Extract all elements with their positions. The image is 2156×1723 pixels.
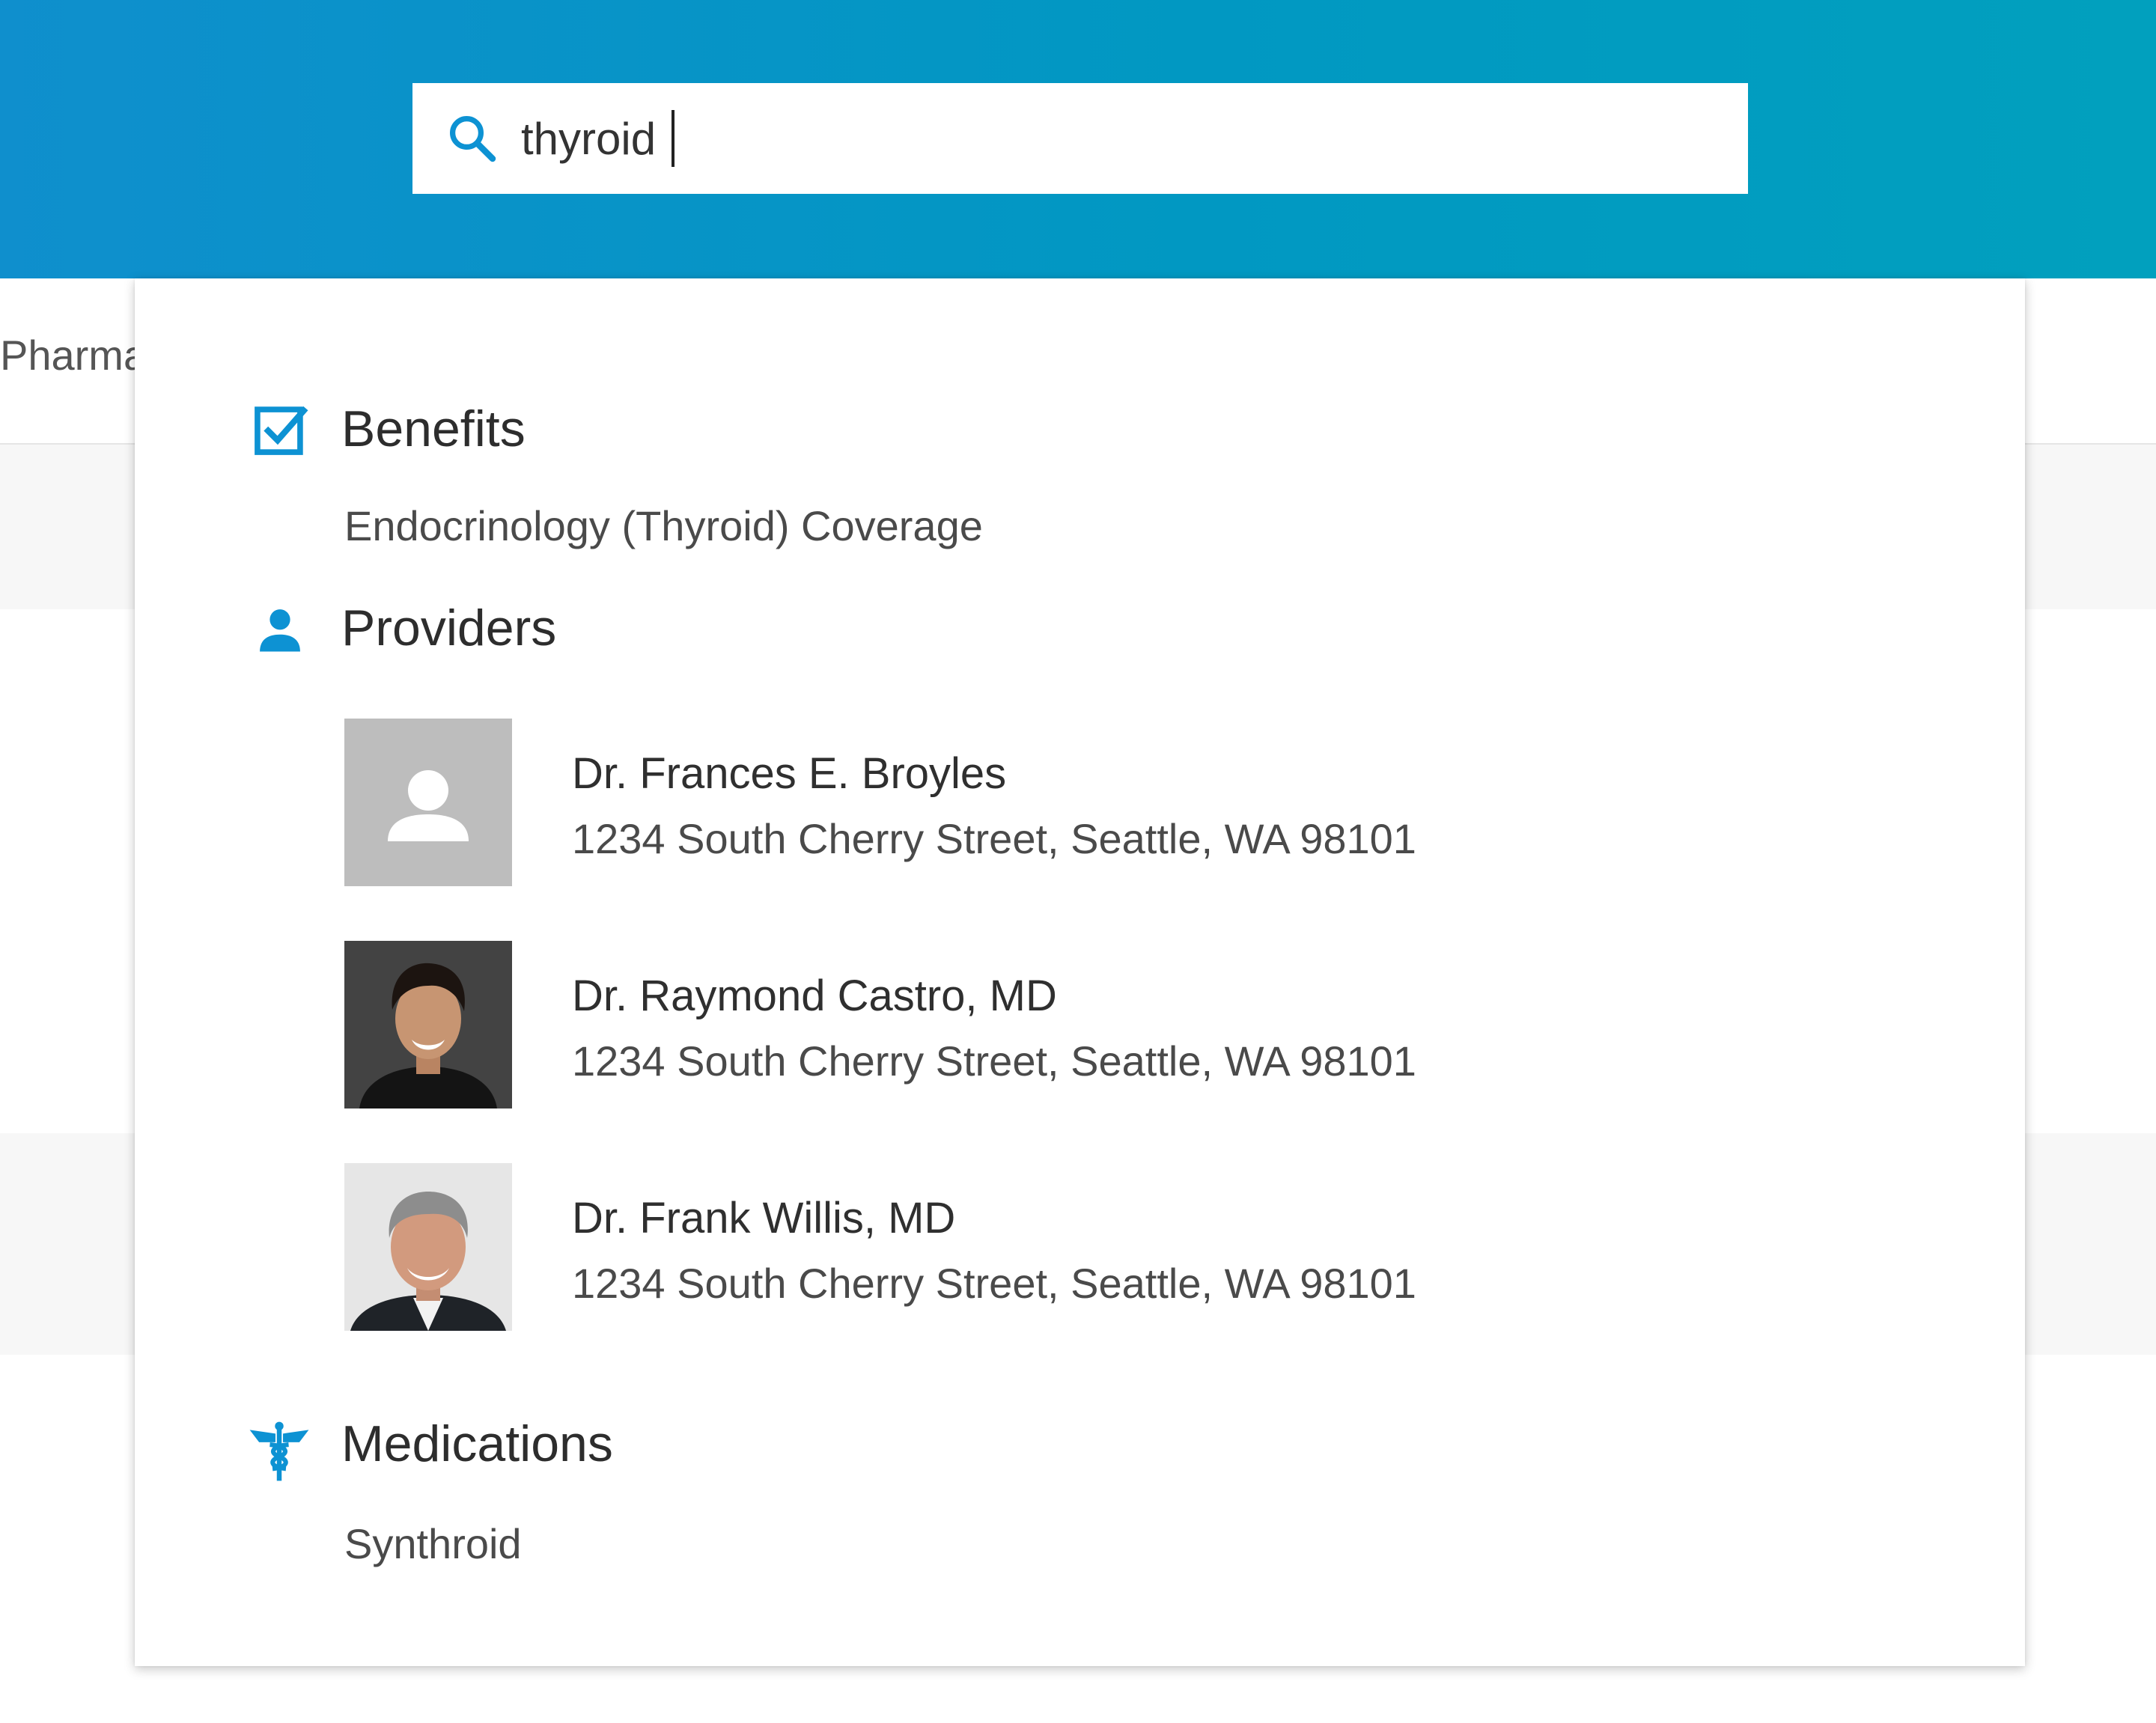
- text-caret: [672, 110, 674, 167]
- search-icon[interactable]: [445, 112, 499, 165]
- provider-result-item[interactable]: Dr. Frances E. Broyles 1234 South Cherry…: [344, 719, 1767, 886]
- section-title-benefits: Benefits: [341, 400, 526, 457]
- search-input[interactable]: [521, 100, 1704, 177]
- provider-result-item[interactable]: Dr. Frank Willis, MD 1234 South Cherry S…: [344, 1163, 1767, 1331]
- placeholder-avatar-icon: [344, 719, 512, 886]
- search-box[interactable]: [412, 83, 1748, 194]
- checkbox-checked-icon: [255, 406, 308, 455]
- section-title-providers: Providers: [341, 600, 557, 656]
- provider-photo-avatar: [344, 1163, 512, 1331]
- medication-result-item[interactable]: Synthroid: [344, 1519, 522, 1568]
- app-header: [0, 0, 2156, 278]
- provider-name: Dr. Frances E. Broyles: [572, 749, 1007, 798]
- provider-name: Dr. Frank Willis, MD: [572, 1194, 956, 1242]
- person-icon: [260, 609, 300, 652]
- provider-photo-avatar: [344, 941, 512, 1108]
- section-title-medications: Medications: [341, 1415, 613, 1472]
- search-results-dropdown: Benefits Endocrinology (Thyroid) Coverag…: [135, 278, 2025, 1666]
- background-tab-pharmacy[interactable]: Pharma: [0, 331, 147, 379]
- caduceus-icon: [249, 1421, 309, 1481]
- provider-address: 1234 South Cherry Street, Seattle, WA 98…: [572, 1260, 1416, 1307]
- benefit-result-item[interactable]: Endocrinology (Thyroid) Coverage: [344, 501, 983, 550]
- provider-result-item[interactable]: Dr. Raymond Castro, MD 1234 South Cherry…: [344, 941, 1767, 1108]
- provider-address: 1234 South Cherry Street, Seattle, WA 98…: [572, 815, 1416, 862]
- provider-name: Dr. Raymond Castro, MD: [572, 972, 1057, 1020]
- provider-address: 1234 South Cherry Street, Seattle, WA 98…: [572, 1037, 1416, 1085]
